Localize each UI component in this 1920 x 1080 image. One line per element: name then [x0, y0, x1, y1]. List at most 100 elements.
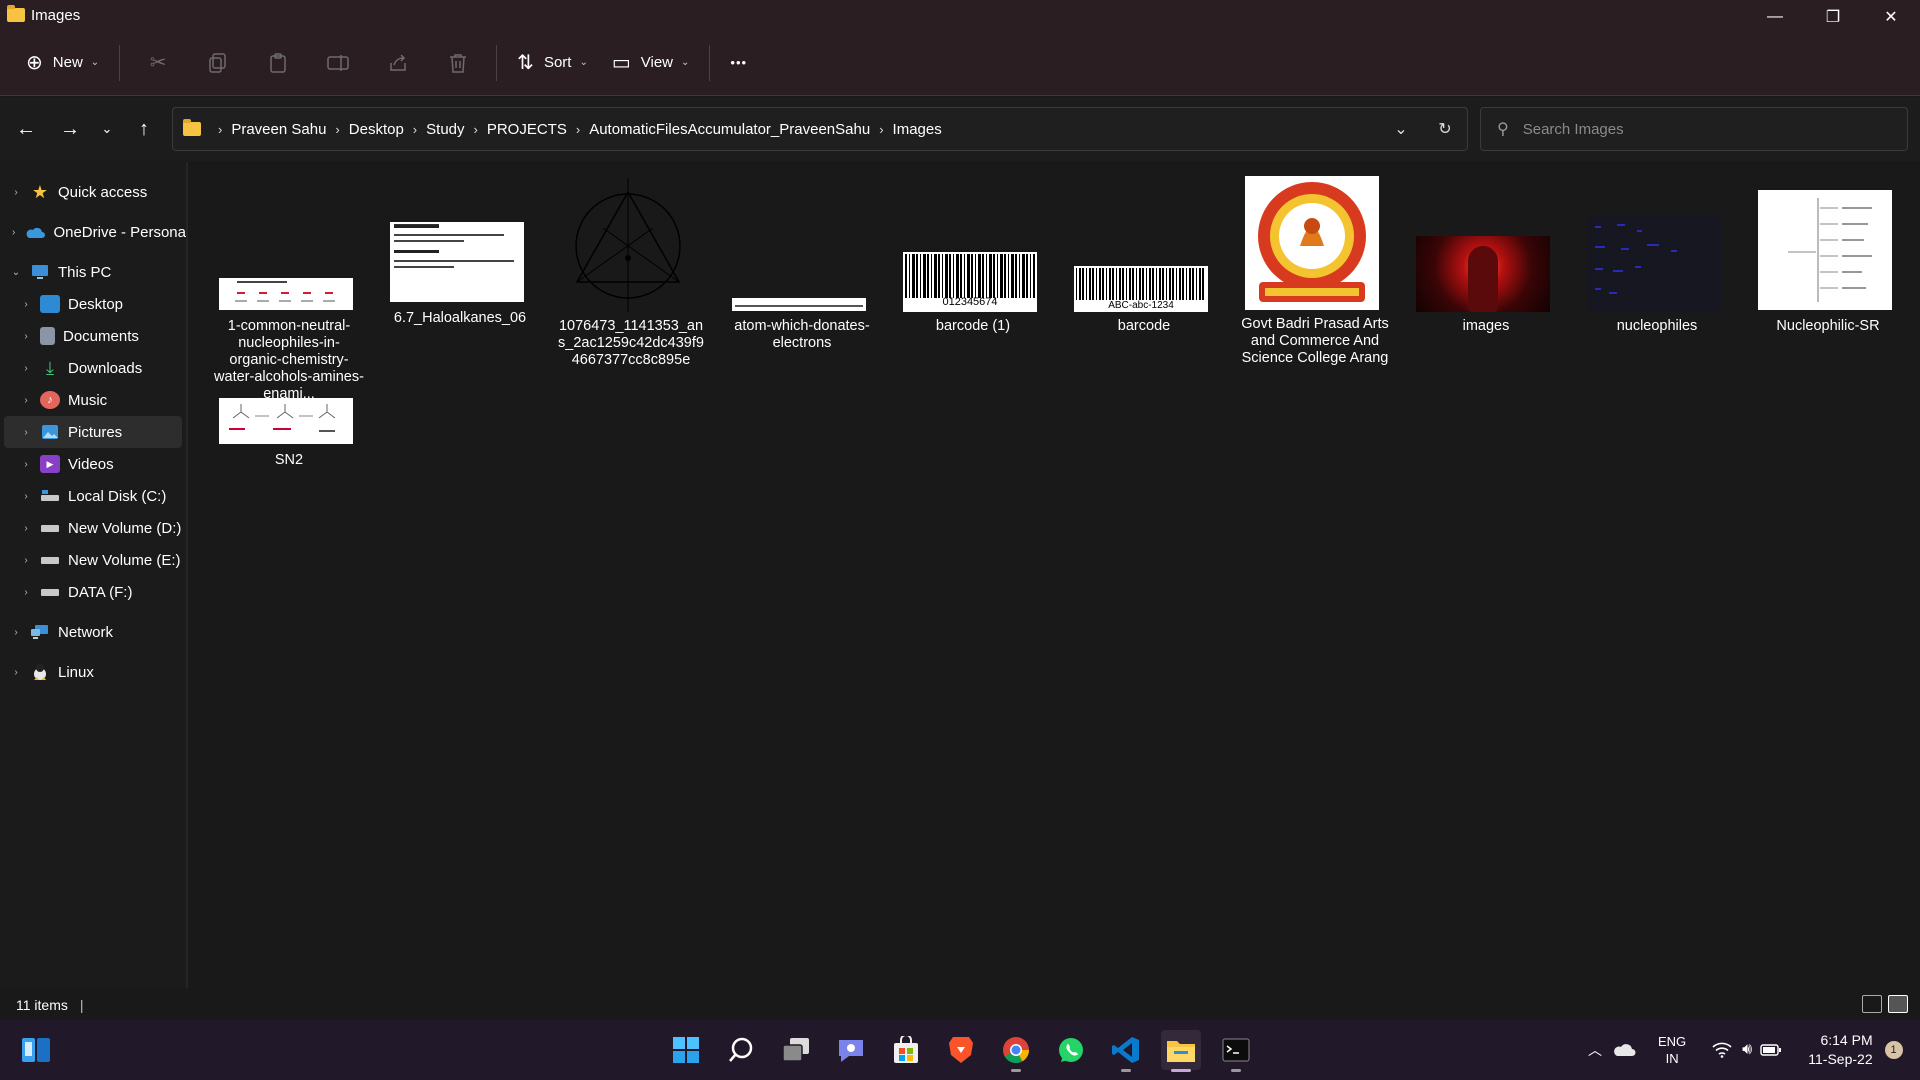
sidebar-item-this-pc[interactable]: ⌄ This PC [0, 256, 186, 288]
file-item[interactable]: 1076473_1141353_ans_2ac1259c42dc439f9466… [556, 178, 706, 378]
chevron-right-icon[interactable]: › [10, 667, 22, 678]
start-button[interactable] [666, 1030, 706, 1070]
chrome-button[interactable] [996, 1030, 1036, 1072]
details-view-icon[interactable] [1862, 995, 1882, 1013]
recent-locations-button[interactable]: ⌄ [92, 109, 122, 149]
file-name: 1-common-neutral-nucleophiles-in-organic… [214, 318, 364, 402]
copy-button[interactable] [188, 43, 248, 83]
sidebar-item-new-volume-d[interactable]: › New Volume (D:) [0, 512, 186, 544]
sidebar-item-music[interactable]: › ♪ Music [0, 384, 186, 416]
show-hidden-icons-icon[interactable]: ︿ [1580, 1040, 1610, 1060]
sidebar-item-linux[interactable]: › Linux [0, 656, 186, 688]
sidebar-item-desktop[interactable]: › Desktop [0, 288, 186, 320]
widgets-button[interactable] [16, 1030, 56, 1070]
search-box[interactable]: ⚲ [1480, 107, 1908, 151]
refresh-icon[interactable]: ↻ [1423, 119, 1467, 139]
view-button[interactable]: ▭ View ⌄ [600, 43, 702, 83]
file-item[interactable]: images [1411, 236, 1561, 336]
chevron-right-icon[interactable]: › [10, 627, 22, 638]
chevron-right-icon[interactable]: › [20, 363, 32, 374]
share-button[interactable] [368, 43, 428, 83]
language-indicator[interactable]: ENG IN [1658, 1033, 1686, 1067]
notification-badge[interactable]: 1 [1884, 1041, 1903, 1059]
file-item[interactable]: 012345674 barcode (1) [898, 252, 1048, 334]
sidebar-item-network[interactable]: › Network [0, 616, 186, 648]
chevron-down-icon[interactable]: ⌄ [10, 267, 22, 278]
chevron-right-icon[interactable]: › [20, 491, 32, 502]
view-label: View [640, 54, 673, 71]
brave-lion-icon [949, 1037, 973, 1063]
volume-icon[interactable]: 🔊︎ [1742, 1041, 1752, 1059]
breadcrumb-item[interactable]: PROJECTS [487, 121, 567, 138]
sort-label: Sort [543, 54, 572, 71]
forward-button[interactable]: → [48, 109, 92, 149]
chevron-right-icon[interactable]: › [20, 331, 32, 342]
back-button[interactable]: ← [4, 109, 48, 149]
more-options-button[interactable]: ••• [718, 43, 759, 83]
sidebar-item-documents[interactable]: › Documents [0, 320, 186, 352]
arrow-up-icon: ↑ [139, 117, 149, 140]
sidebar-item-onedrive[interactable]: › OneDrive - Persona [0, 216, 186, 248]
clock-time: 6:14 PM [1820, 1032, 1873, 1048]
search-button[interactable] [721, 1030, 761, 1070]
large-icons-view-icon[interactable] [1888, 995, 1908, 1013]
sidebar-item-local-disk-c[interactable]: › Local Disk (C:) [0, 480, 186, 512]
sort-button[interactable]: ⇅ Sort ⌄ [505, 43, 600, 83]
rename-button[interactable] [308, 43, 368, 83]
breadcrumb-item[interactable]: Desktop [349, 121, 404, 138]
navigation-pane: › ★ Quick access › OneDrive - Persona ⌄ … [0, 162, 188, 988]
close-button[interactable]: ✕ [1862, 0, 1920, 34]
file-item[interactable]: Nucleophilic-SR [1753, 190, 1903, 334]
chevron-right-icon[interactable]: › [20, 459, 32, 470]
chevron-right-icon[interactable]: › [20, 523, 32, 534]
wifi-icon[interactable] [1712, 1042, 1732, 1058]
address-actions: ⌄ ↻ [1379, 108, 1467, 150]
chevron-right-icon[interactable]: › [10, 227, 17, 238]
maximize-button[interactable]: ❐ [1804, 0, 1862, 34]
sidebar-item-quick-access[interactable]: › ★ Quick access [0, 176, 186, 208]
chevron-right-icon[interactable]: › [20, 395, 32, 406]
up-button[interactable]: ↑ [122, 109, 166, 149]
chevron-right-icon[interactable]: › [20, 587, 32, 598]
sidebar-item-videos[interactable]: › ▶ Videos [0, 448, 186, 480]
new-button[interactable]: ⊕ New ⌄ [14, 43, 111, 83]
breadcrumb-item[interactable]: AutomaticFilesAccumulator_PraveenSahu [589, 121, 870, 138]
breadcrumb-item[interactable]: Praveen Sahu [231, 121, 326, 138]
chevron-right-icon[interactable]: › [20, 555, 32, 566]
onedrive-icon[interactable] [1612, 1043, 1636, 1057]
file-item[interactable]: 1-common-neutral-nucleophiles-in-organic… [214, 262, 364, 402]
paste-button[interactable] [248, 43, 308, 83]
sidebar-item-downloads[interactable]: › ⤓ Downloads [0, 352, 186, 384]
cut-button[interactable]: ✂ [128, 43, 188, 83]
microsoft-store-button[interactable] [886, 1030, 926, 1070]
battery-icon[interactable] [1760, 1043, 1782, 1057]
chevron-right-icon[interactable]: › [20, 299, 32, 310]
address-bar[interactable]: › Praveen Sahu › Desktop › Study › PROJE… [172, 107, 1468, 151]
whatsapp-button[interactable] [1051, 1030, 1091, 1070]
sidebar-item-pictures[interactable]: › Pictures [4, 416, 182, 448]
cloud-icon [25, 223, 46, 241]
teams-chat-button[interactable] [831, 1030, 871, 1070]
file-item[interactable]: nucleophiles [1582, 216, 1732, 336]
sidebar-item-data-f[interactable]: › DATA (F:) [0, 576, 186, 608]
file-item[interactable]: 6.7_Haloalkanes_06 [385, 222, 535, 326]
task-view-button[interactable] [776, 1030, 816, 1070]
chevron-right-icon[interactable]: › [10, 187, 22, 198]
file-explorer-button[interactable] [1161, 1030, 1201, 1072]
terminal-button[interactable] [1216, 1030, 1256, 1072]
brave-browser-button[interactable] [941, 1030, 981, 1070]
address-dropdown-icon[interactable]: ⌄ [1379, 119, 1423, 139]
delete-button[interactable] [428, 43, 488, 83]
search-input[interactable] [1522, 120, 1883, 138]
chevron-right-icon[interactable]: › [20, 427, 32, 438]
vscode-button[interactable] [1106, 1030, 1146, 1072]
file-item[interactable]: Govt Badri Prasad Arts and Commerce And … [1240, 176, 1390, 396]
clock[interactable]: 6:14 PM 11-Sep-22 [1808, 1031, 1872, 1069]
file-item[interactable]: atom-which-donates-electrons [727, 298, 877, 378]
file-item[interactable]: SN2 [214, 398, 364, 478]
file-item[interactable]: ABC-abc-1234 barcode [1069, 266, 1219, 336]
sidebar-item-new-volume-e[interactable]: › New Volume (E:) [0, 544, 186, 576]
breadcrumb-item[interactable]: Images [893, 121, 942, 138]
minimize-button[interactable]: — [1746, 0, 1804, 34]
breadcrumb-item[interactable]: Study [426, 121, 464, 138]
